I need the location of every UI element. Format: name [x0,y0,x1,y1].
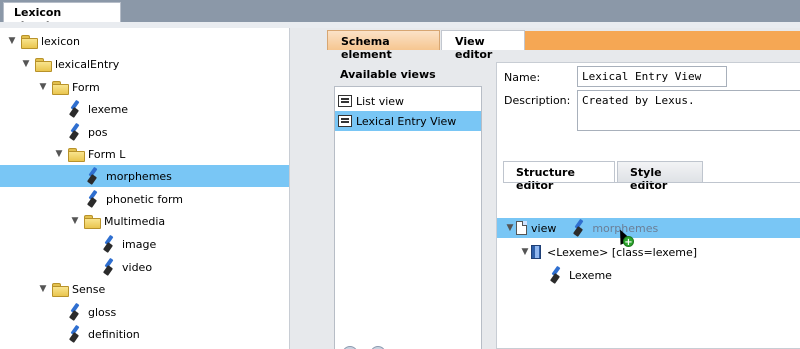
tree-item-lexicon[interactable]: ▼ lexicon [0,30,289,52]
tree-item-label: phonetic form [106,192,183,206]
tree-item-morphemes[interactable]: morphemes [0,165,289,187]
structure-row-view[interactable]: ▼ view morphemes [497,218,800,238]
data-category-icon [103,259,115,275]
tab-view-editor[interactable]: View editor [441,30,525,61]
tree-item-gloss[interactable]: gloss [0,301,289,323]
view-icon [338,95,352,107]
tree-item-phonetic-form[interactable]: phonetic form [0,188,289,210]
tab-structure-editor[interactable]: Structure editor [503,161,615,192]
tree-item-label: Form [72,80,100,94]
tree-item-form-l[interactable]: ▼ Form L [0,143,289,165]
lexicon-structure-tab[interactable]: Lexicon structure [3,2,121,32]
name-label: Name: [504,71,541,84]
tree-item-label: pos [88,125,108,139]
schema-editor-area: Schema element View editor Available vie… [290,28,800,349]
expand-caret-icon[interactable]: ▼ [20,58,32,70]
tree-item-label: video [122,260,153,274]
folder-icon [35,58,52,72]
folder-icon [21,35,38,49]
view-icon [338,115,352,127]
views-list[interactable]: List view Lexical Entry View [334,86,482,349]
tab-schema-element[interactable]: Schema element [327,30,440,61]
tree-item-definition[interactable]: definition [0,323,289,345]
data-category-icon [87,168,99,184]
lexicon-structure-tree: ▼ lexicon ▼ lexicalEntry ▼ Form lexeme p… [0,28,290,349]
view-item-label: Lexical Entry View [356,114,457,128]
tree-item-label: definition [88,327,140,341]
folder-icon [52,283,69,297]
tab-style-editor[interactable]: Style editor [617,161,703,192]
data-category-icon [69,124,81,140]
data-category-icon [69,101,81,117]
tree-item-sense[interactable]: ▼ Sense [0,278,289,300]
available-views-panel: Available views List view Lexical Entry … [332,62,482,349]
tree-item-label: lexeme [88,102,129,116]
view-item-label: List view [356,94,405,108]
tree-item-label: image [122,237,157,251]
tree-item-pos[interactable]: pos [0,121,289,143]
expand-caret-icon[interactable]: ▼ [37,81,49,93]
structure-view-label: view [531,221,557,235]
expand-caret-icon[interactable]: ▼ [37,283,49,295]
available-views-title: Available views [340,68,436,81]
expand-caret-icon[interactable]: ▼ [519,246,531,258]
top-bar: Lexicon structure [0,0,800,32]
data-category-icon [550,267,562,283]
tree-item-label: gloss [88,305,117,319]
block-icon [531,245,541,259]
tree-item-multimedia[interactable]: ▼ Multimedia [0,210,289,232]
view-item-list-view[interactable]: List view [335,91,481,111]
tree-item-label: lexicalEntry [55,57,120,71]
data-category-icon [103,236,115,252]
folder-icon [52,81,69,95]
description-label: Description: [504,94,571,107]
expand-caret-icon[interactable]: ▼ [504,222,516,234]
data-category-icon [69,304,81,320]
data-category-icon [69,326,81,342]
tree-item-form[interactable]: ▼ Form [0,76,289,98]
data-category-icon [87,191,99,207]
lexeme-field-label: Lexeme [569,268,612,282]
structure-row-lexeme-field[interactable]: Lexeme [547,265,612,285]
expand-caret-icon[interactable]: ▼ [53,148,65,160]
tree-item-lexicalentry[interactable]: ▼ lexicalEntry [0,53,289,75]
expand-caret-icon[interactable]: ▼ [6,35,18,47]
tree-item-lexeme[interactable]: lexeme [0,98,289,120]
tree-item-label: lexicon [41,34,80,48]
tree-item-label: Sense [72,282,106,296]
view-editor-panel: Name: Lexical Entry View Description: Cr… [496,62,800,349]
document-icon [516,221,527,235]
description-input[interactable]: Created by Lexus. [577,90,800,131]
tab-strip [525,31,800,50]
data-category-icon [573,220,585,236]
folder-icon [68,148,85,162]
view-item-lexical-entry-view[interactable]: Lexical Entry View [335,111,481,131]
tree-item-label: Form L [88,147,126,161]
tree-item-video[interactable]: video [0,256,289,278]
structure-editor-body: ▼ view morphemes + ▼ <Lexeme> [class=lex… [497,182,800,349]
folder-icon [84,215,101,229]
structure-row-lexeme-block[interactable]: ▼ <Lexeme> [class=lexeme] [519,242,697,262]
lexeme-block-label: <Lexeme> [class=lexeme] [547,245,698,259]
tree-item-image[interactable]: image [0,233,289,255]
name-input[interactable]: Lexical Entry View [577,66,727,87]
tree-item-label: Multimedia [104,214,166,228]
expand-caret-icon[interactable]: ▼ [69,215,81,227]
tree-item-label: morphemes [106,169,172,183]
